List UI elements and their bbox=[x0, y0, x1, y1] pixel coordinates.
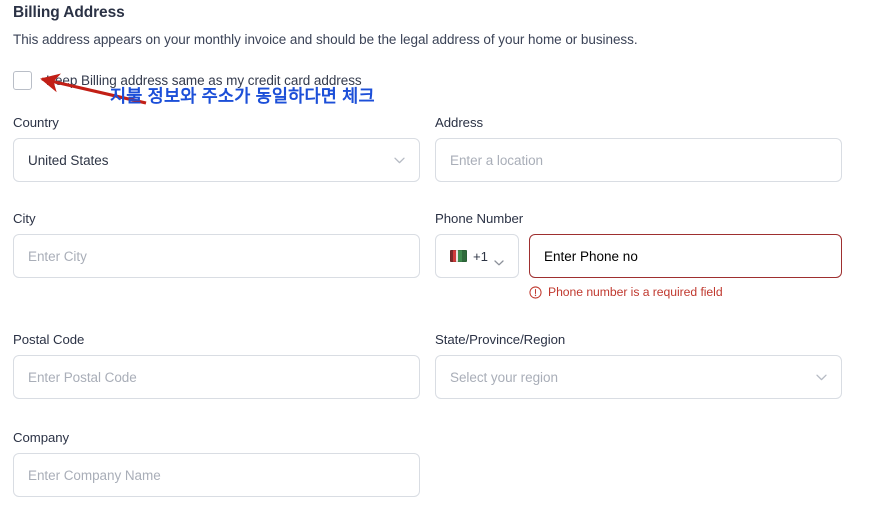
billing-address-form: Billing Address This address appears on … bbox=[0, 0, 873, 519]
postal-code-label: Postal Code bbox=[13, 332, 85, 347]
phone-label: Phone Number bbox=[435, 211, 524, 226]
phone-error: Phone number is a required field bbox=[529, 285, 842, 299]
city-placeholder: Enter City bbox=[28, 248, 87, 264]
address-label: Address bbox=[435, 115, 484, 130]
company-input[interactable]: Enter Company Name bbox=[13, 453, 420, 497]
field-company: Company Enter Company Name bbox=[13, 430, 420, 497]
address-placeholder: Enter a location bbox=[450, 152, 544, 168]
country-code-select[interactable]: +1 bbox=[435, 234, 519, 278]
field-postal-code: Postal Code Enter Postal Code bbox=[13, 332, 420, 399]
region-placeholder: Select your region bbox=[450, 369, 558, 385]
country-label: Country bbox=[13, 115, 59, 130]
company-label: Company bbox=[13, 430, 70, 445]
chevron-down-icon bbox=[394, 157, 405, 164]
annotation-text: 지불 정보와 주소가 동일하다면 체크 bbox=[110, 86, 375, 106]
company-placeholder: Enter Company Name bbox=[28, 467, 161, 483]
us-flag-icon bbox=[449, 250, 467, 262]
phone-error-text: Phone number is a required field bbox=[548, 285, 723, 299]
alert-circle-icon bbox=[529, 285, 542, 299]
postal-code-input[interactable]: Enter Postal Code bbox=[13, 355, 420, 399]
region-select[interactable]: Select your region bbox=[435, 355, 842, 399]
phone-number-input[interactable]: Enter Phone no bbox=[529, 234, 842, 278]
city-input[interactable]: Enter City bbox=[13, 234, 420, 278]
phone-group: +1 Enter Phone no bbox=[435, 234, 842, 278]
region-label: State/Province/Region bbox=[435, 332, 566, 347]
city-label: City bbox=[13, 211, 36, 226]
chevron-down-icon bbox=[816, 374, 827, 381]
country-value: United States bbox=[28, 152, 109, 168]
field-region: State/Province/Region Select your region bbox=[435, 332, 842, 399]
section-description: This address appears on your monthly inv… bbox=[13, 32, 638, 47]
field-city: City Enter City bbox=[13, 211, 420, 278]
field-phone: Phone Number +1 Enter Phone no Phone num… bbox=[435, 211, 842, 299]
field-address: Address Enter a location bbox=[435, 115, 842, 182]
country-select[interactable]: United States bbox=[13, 138, 420, 182]
postal-code-placeholder: Enter Postal Code bbox=[28, 369, 137, 385]
chevron-down-icon bbox=[494, 253, 504, 266]
page-title: Billing Address bbox=[13, 4, 125, 21]
field-country: Country United States bbox=[13, 115, 420, 182]
country-code-value: +1 bbox=[472, 248, 489, 264]
phone-placeholder: Enter Phone no bbox=[544, 248, 638, 264]
keep-billing-same-checkbox[interactable] bbox=[13, 71, 32, 90]
address-input[interactable]: Enter a location bbox=[435, 138, 842, 182]
